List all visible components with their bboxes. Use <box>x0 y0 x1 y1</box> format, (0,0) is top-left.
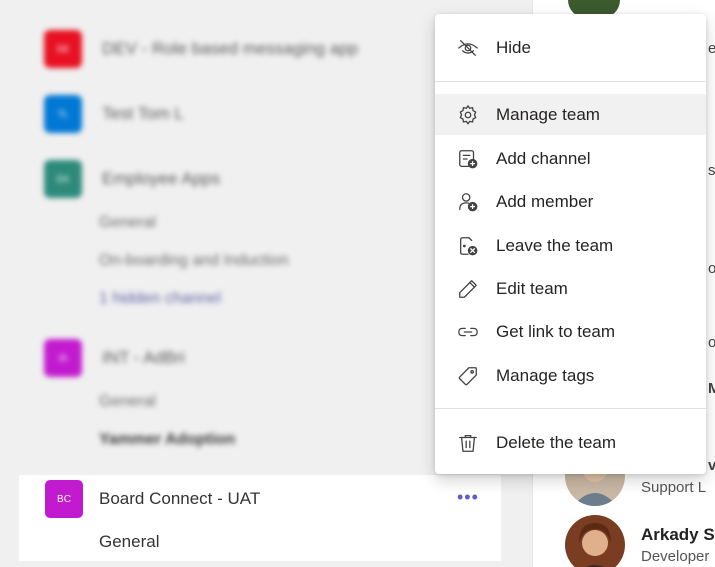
menu-item-add-channel[interactable]: Add channel <box>435 138 706 179</box>
person-card[interactable]: Arkady S Developer <box>565 515 715 567</box>
menu-item-manage-tags[interactable]: Manage tags <box>435 355 706 396</box>
menu-item-get-link[interactable]: Get link to team <box>435 311 706 352</box>
truncated-text: ev <box>708 40 715 57</box>
channel-name: General <box>99 532 160 551</box>
menu-item-label: Add channel <box>496 148 591 168</box>
team-name: Employee Apps <box>102 169 221 188</box>
link-icon <box>456 320 480 344</box>
channel-item[interactable]: General <box>99 393 156 411</box>
team-name: Board Connect - UAT <box>99 489 261 508</box>
truncated-text: or <box>708 260 715 277</box>
more-options-button[interactable]: ••• <box>457 487 479 507</box>
add-channel-icon <box>456 147 480 171</box>
leave-icon <box>456 234 480 258</box>
menu-item-label: Edit team <box>496 278 568 298</box>
truncated-text: M <box>708 380 715 397</box>
channel-item[interactable]: Yammer Adoption <box>99 431 235 449</box>
menu-item-hide[interactable]: Hide <box>435 27 706 68</box>
team-context-menu: Hide Manage team Add channel Add member … <box>435 14 706 474</box>
menu-item-delete-team[interactable]: Delete the team <box>435 422 706 463</box>
person-role: Support L <box>641 478 707 496</box>
menu-item-label: Manage team <box>496 104 600 124</box>
team-name: INT - AdBri <box>102 348 185 367</box>
team-avatar: DE <box>44 30 82 68</box>
menu-item-label: Hide <box>496 37 531 57</box>
menu-item-label: Delete the team <box>496 432 617 452</box>
add-member-icon <box>456 190 480 214</box>
channel-row[interactable]: General <box>19 523 501 561</box>
team-row[interactable]: DE DEV - Role based messaging app <box>44 30 358 68</box>
avatar <box>565 515 625 567</box>
menu-item-label: Leave the team <box>496 235 614 255</box>
pencil-icon <box>456 277 480 301</box>
truncated-text: s <box>708 162 715 179</box>
team-avatar: TL <box>44 95 82 133</box>
team-avatar: EA <box>44 160 82 198</box>
menu-item-label: Add member <box>496 191 594 211</box>
menu-item-edit-team[interactable]: Edit team <box>435 268 706 309</box>
menu-divider <box>435 81 706 82</box>
channel-item[interactable]: On-boarding and Induction <box>99 252 288 270</box>
team-avatar: IA <box>44 339 82 377</box>
hide-icon <box>456 36 480 60</box>
menu-divider <box>435 408 706 409</box>
person-name: Arkady S <box>641 525 715 544</box>
team-row[interactable]: EA Employee Apps <box>44 160 220 198</box>
truncated-text: v <box>708 457 715 474</box>
menu-item-label: Manage tags <box>496 365 595 385</box>
menu-item-label: Get link to team <box>496 321 616 341</box>
tag-icon <box>456 364 480 388</box>
hidden-channels-link[interactable]: 1 hidden channel <box>99 290 221 308</box>
team-row-board-connect[interactable]: BC Board Connect - UAT ••• <box>19 475 501 523</box>
menu-item-leave-team[interactable]: Leave the team <box>435 225 706 266</box>
team-name: Test Tom L <box>102 104 184 123</box>
menu-item-manage-team[interactable]: Manage team <box>435 94 706 135</box>
person-role: Developer <box>641 548 710 565</box>
team-row[interactable]: IA INT - AdBri <box>44 339 185 377</box>
team-name: DEV - Role based messaging app <box>102 39 359 58</box>
channel-item[interactable]: General <box>99 214 156 232</box>
team-row[interactable]: TL Test Tom L <box>44 95 184 133</box>
gear-icon <box>456 103 480 127</box>
menu-item-add-member[interactable]: Add member <box>435 181 706 222</box>
trash-icon <box>456 431 480 455</box>
truncated-text: ol <box>708 334 715 351</box>
team-avatar: BC <box>45 480 83 518</box>
